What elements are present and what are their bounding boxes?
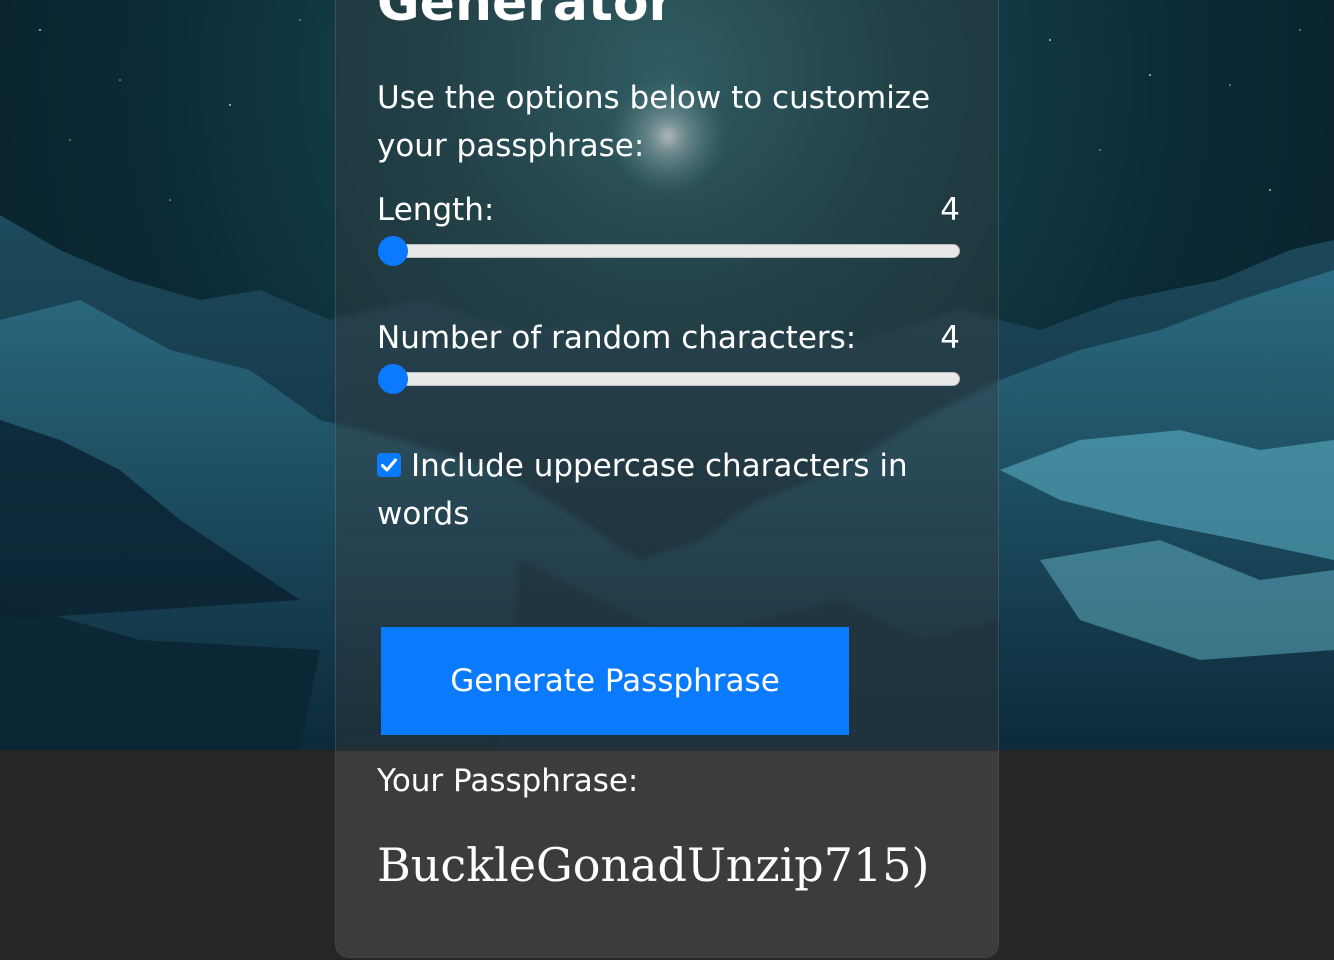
length-slider-track[interactable] (380, 244, 960, 258)
random-chars-slider-track[interactable] (380, 372, 960, 386)
random-chars-label-row: Number of random characters: 4 (377, 318, 960, 358)
length-value: 4 (940, 192, 960, 228)
random-chars-label: Number of random characters: (377, 320, 857, 356)
page-title: Generator (377, 0, 675, 33)
length-slider[interactable] (377, 234, 960, 268)
length-label: Length: (377, 192, 495, 228)
random-chars-value: 4 (940, 320, 960, 356)
intro-text: Use the options below to customize your … (377, 80, 931, 164)
length-slider-handle[interactable] (378, 236, 408, 266)
passphrase-output: BuckleGonadUnzip715) (377, 838, 930, 892)
uppercase-option[interactable]: Include uppercase characters in words (377, 442, 960, 538)
uppercase-label: Include uppercase characters in words (377, 448, 908, 532)
generate-passphrase-button[interactable]: Generate Passphrase (381, 627, 849, 735)
checkmark-icon (381, 458, 397, 472)
length-label-row: Length: 4 (377, 190, 960, 230)
generator-card: Generator Use the options below to custo… (335, 0, 999, 958)
uppercase-checkbox[interactable] (377, 453, 401, 477)
passphrase-label: Your Passphrase: (377, 763, 639, 799)
random-chars-slider[interactable] (377, 362, 960, 396)
random-chars-slider-handle[interactable] (378, 364, 408, 394)
